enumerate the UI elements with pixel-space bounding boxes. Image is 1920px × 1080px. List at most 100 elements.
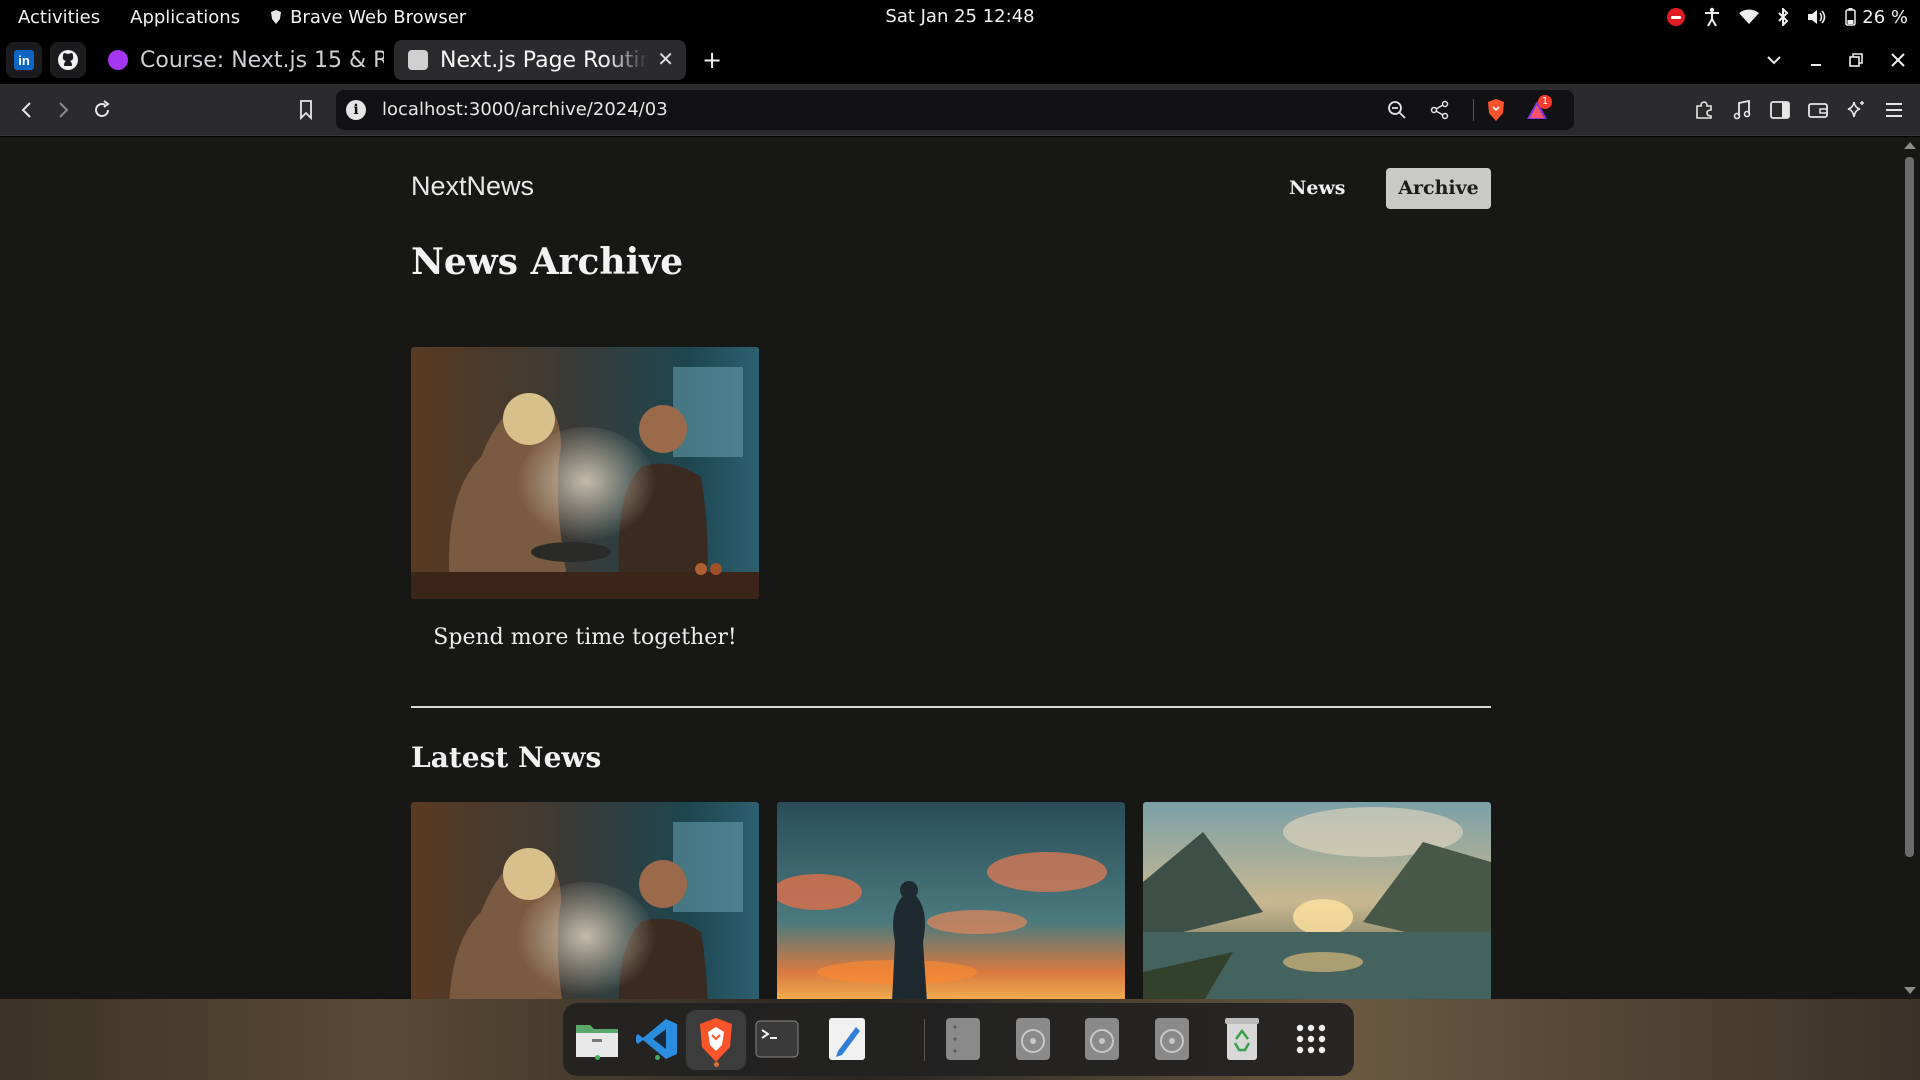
site-info-icon[interactable]: i [346, 100, 366, 120]
brave-shield-icon [1488, 99, 1504, 121]
brave-shields-button[interactable] [1481, 95, 1511, 125]
app-grid-icon [1296, 1024, 1326, 1054]
bluetooth-icon[interactable] [1777, 8, 1789, 26]
leo-ai-button[interactable] [1838, 92, 1874, 128]
brave-lion-icon [271, 10, 282, 24]
back-button[interactable] [8, 92, 44, 128]
extensions-button[interactable] [1686, 92, 1722, 128]
system-top-bar: Activities Applications Brave Web Browse… [0, 0, 1920, 34]
do-not-disturb-icon[interactable] [1667, 8, 1686, 26]
dock-disc-1[interactable] [1009, 1015, 1057, 1063]
puzzle-piece-icon [1696, 101, 1712, 119]
main-menu-button[interactable] [1876, 92, 1912, 128]
close-window-button[interactable] [1880, 42, 1916, 78]
arrow-right-icon [59, 102, 69, 118]
restore-icon [1849, 53, 1863, 67]
latest-news-image-cooking[interactable] [411, 802, 759, 999]
share-icon [1430, 100, 1449, 120]
dock-separator [924, 1019, 925, 1061]
wallet-icon [1808, 103, 1828, 118]
latest-news-list [411, 802, 1491, 999]
browser-tab-strip: in Course: Next.js 15 & React Next.js Pa… [0, 34, 1920, 84]
arrow-left-icon [21, 102, 31, 118]
udemy-icon [108, 50, 128, 70]
url-text[interactable]: localhost:3000/archive/2024/03 [382, 90, 668, 130]
tab-nextjs-page-routing[interactable]: Next.js Page Routing ✕ [394, 40, 686, 80]
battery-indicator[interactable]: 26 % [1845, 7, 1908, 28]
trash-recycle-icon [1225, 1018, 1259, 1060]
zoom-out-icon [1388, 101, 1406, 119]
github-icon [58, 50, 78, 70]
nav-link-archive[interactable]: Archive [1386, 168, 1491, 209]
pinned-tab-linkedin[interactable]: in [6, 42, 42, 78]
focused-app-menu[interactable]: Brave Web Browser [270, 7, 466, 28]
media-playlist-button[interactable] [1724, 92, 1760, 128]
applications-menu[interactable]: Applications [130, 7, 240, 28]
tab-title: Next.js Page Routing [440, 47, 648, 73]
scrollbar-thumb[interactable] [1905, 157, 1914, 857]
dock-files[interactable] [573, 1015, 621, 1063]
dock-brave[interactable] [686, 1010, 746, 1070]
activities-button[interactable]: Activities [18, 7, 100, 28]
music-note-icon [1733, 100, 1751, 120]
accessibility-icon[interactable] [1703, 7, 1721, 27]
sidebar-toggle-button[interactable] [1762, 92, 1798, 128]
files-folder-icon [576, 1025, 618, 1057]
dock-disc-2[interactable] [1078, 1015, 1126, 1063]
terminal-icon [755, 1020, 799, 1058]
latest-news-image-mountain-lake[interactable] [1143, 802, 1491, 999]
reload-button[interactable] [84, 92, 120, 128]
minimize-button[interactable] [1798, 42, 1834, 78]
page-favicon-icon [408, 50, 428, 70]
latest-news-title: Latest News [411, 741, 602, 774]
text-editor-icon [829, 1018, 865, 1060]
zoom-button[interactable] [1382, 95, 1412, 125]
wallet-button[interactable] [1800, 92, 1836, 128]
hamburger-menu-icon [1886, 103, 1902, 117]
page-scrollbar[interactable] [1900, 137, 1920, 999]
scroll-up-arrow-icon[interactable] [1904, 142, 1916, 149]
focused-app-name: Brave Web Browser [290, 6, 467, 28]
close-tab-icon[interactable]: ✕ [657, 47, 674, 71]
forward-button[interactable] [46, 92, 82, 128]
dock-disc-3[interactable] [1148, 1015, 1196, 1063]
dock-trash[interactable] [1218, 1015, 1266, 1063]
running-indicator [655, 1055, 660, 1060]
wifi-icon[interactable] [1739, 9, 1760, 25]
page-title: News Archive [411, 241, 684, 283]
url-divider [1473, 99, 1474, 121]
bookmark-icon [300, 100, 312, 120]
share-button[interactable] [1425, 95, 1455, 125]
news-image-cooking[interactable] [411, 347, 759, 599]
restore-button[interactable] [1838, 42, 1874, 78]
running-indicator [714, 1062, 719, 1067]
brave-rewards-button[interactable]: 1 [1522, 95, 1552, 125]
dock-text-editor[interactable] [823, 1015, 871, 1063]
dock-drive-1[interactable] [939, 1015, 987, 1063]
nav-link-news[interactable]: News [1279, 168, 1356, 208]
scroll-down-arrow-icon[interactable] [1904, 987, 1916, 994]
volume-icon[interactable] [1807, 9, 1827, 25]
clock[interactable]: Sat Jan 25 12:48 [885, 6, 1034, 27]
new-tab-button[interactable]: + [694, 42, 730, 78]
plus-icon: + [701, 46, 723, 74]
tab-search-button[interactable] [1756, 42, 1792, 78]
dock-vscode[interactable] [633, 1015, 681, 1063]
dock-terminal[interactable] [753, 1015, 801, 1063]
pinned-tab-github[interactable] [50, 42, 86, 78]
drive-icon [946, 1018, 980, 1060]
close-icon [1891, 53, 1905, 67]
minimize-icon [1811, 64, 1821, 66]
running-indicator [595, 1055, 600, 1060]
address-bar[interactable]: i localhost:3000/archive/2024/03 1 [336, 90, 1574, 130]
site-logo[interactable]: NextNews [411, 171, 534, 202]
linkedin-icon: in [14, 50, 34, 70]
news-item[interactable]: Spend more time together! [411, 347, 759, 650]
show-applications-button[interactable] [1287, 1015, 1335, 1063]
tab-title: Course: Next.js 15 & React [140, 47, 384, 73]
tab-course[interactable]: Course: Next.js 15 & React [94, 40, 384, 80]
section-divider [411, 706, 1491, 708]
latest-news-image-hiker[interactable] [777, 802, 1125, 999]
bookmark-button[interactable] [288, 92, 324, 128]
news-item-caption[interactable]: Spend more time together! [411, 625, 759, 650]
